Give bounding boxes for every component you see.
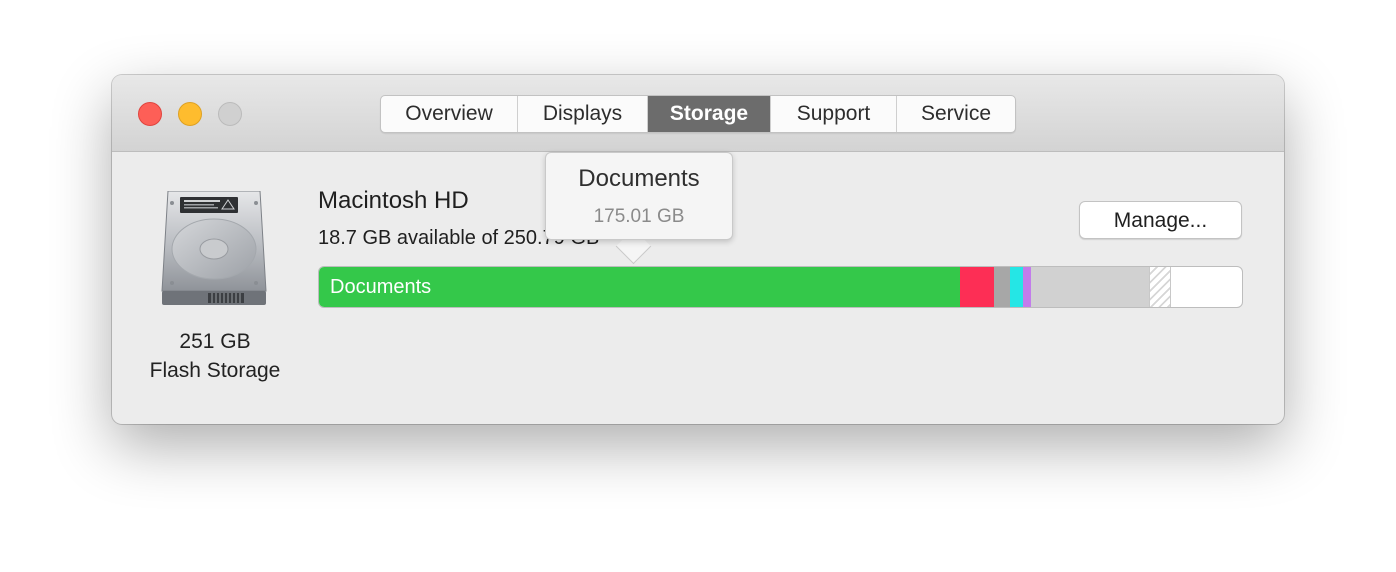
hard-drive-icon	[161, 191, 267, 305]
tab-displays[interactable]: Displays	[518, 96, 648, 132]
storage-segment-segment-cyan[interactable]	[1010, 267, 1023, 307]
disk-type: Flash Storage	[149, 359, 281, 382]
title-bar: Overview Displays Storage Support Servic…	[112, 75, 1284, 152]
minimize-icon[interactable]	[178, 102, 202, 126]
storage-segment-label: Documents	[330, 276, 432, 298]
tooltip-size: 175.01 GB	[593, 206, 685, 227]
storage-segment-segment-purple[interactable]	[1023, 267, 1031, 307]
zoom-icon[interactable]	[218, 102, 242, 126]
tab-bar: Overview Displays Storage Support Servic…	[380, 95, 1016, 133]
manage-button[interactable]: Manage...	[1079, 201, 1242, 239]
system-information-window: Overview Displays Storage Support Servic…	[112, 75, 1284, 424]
tab-support[interactable]: Support	[771, 96, 897, 132]
storage-segment-segment-red[interactable]	[960, 267, 994, 307]
tooltip-title: Documents	[578, 165, 700, 192]
storage-segment-segment-gray[interactable]	[994, 267, 1010, 307]
disk-capacity: 251 GB	[179, 330, 251, 353]
tab-service[interactable]: Service	[897, 96, 1015, 132]
tab-overview[interactable]: Overview	[381, 96, 518, 132]
tab-storage[interactable]: Storage	[648, 96, 771, 132]
storage-segment-segment-other[interactable]	[1031, 267, 1149, 307]
storage-bar: Documents	[318, 266, 1243, 308]
close-icon[interactable]	[138, 102, 162, 126]
storage-segment-segment-purgeable[interactable]	[1149, 267, 1171, 307]
storage-tooltip: Documents 175.01 GB	[545, 152, 733, 240]
volume-name: Macintosh HD	[318, 187, 469, 214]
storage-segment-documents[interactable]: Documents	[319, 267, 960, 307]
